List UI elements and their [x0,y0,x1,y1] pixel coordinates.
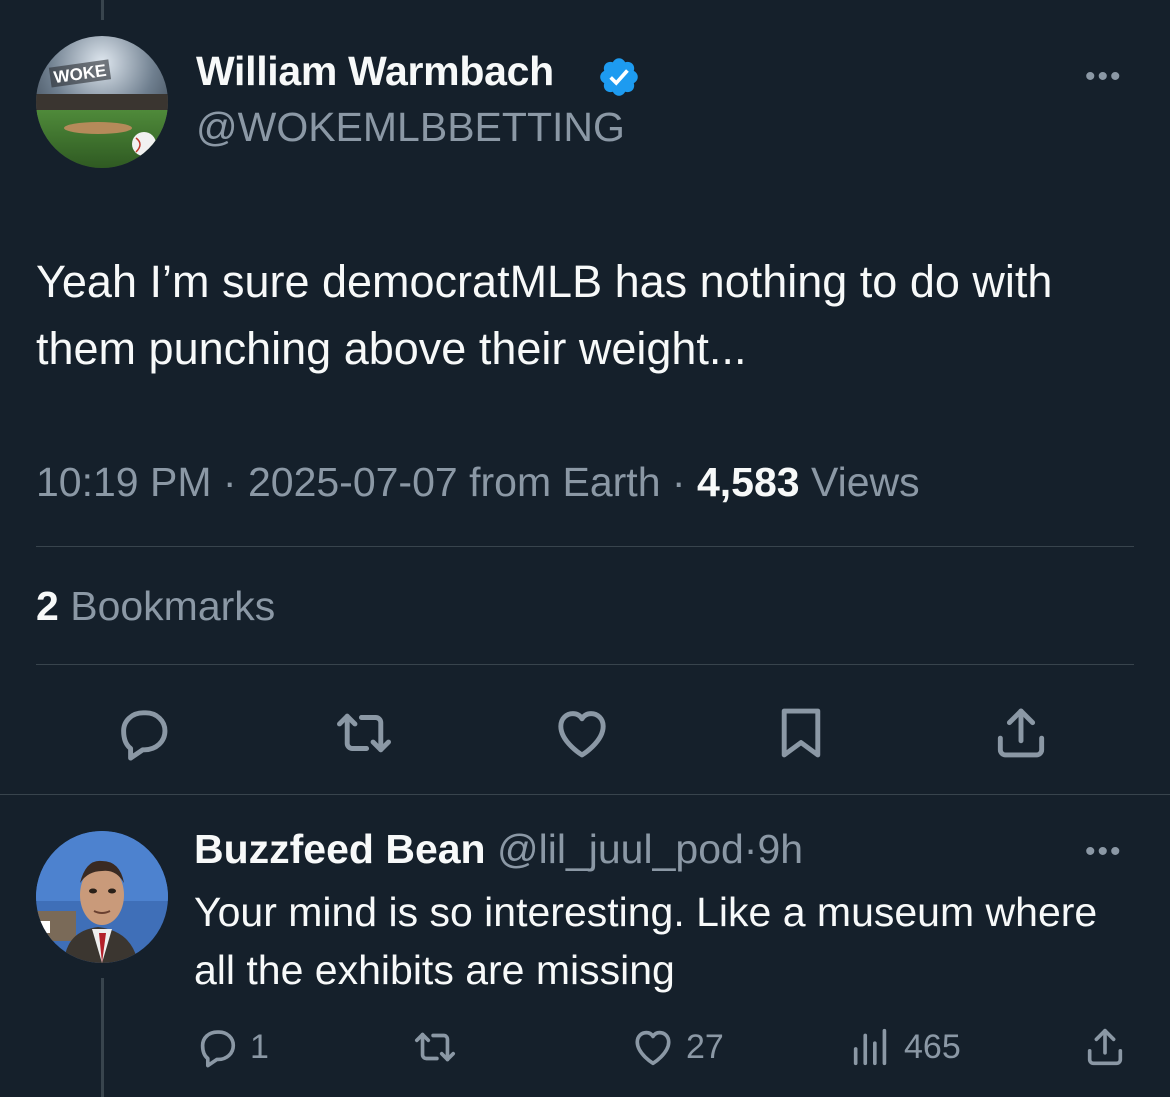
meta-separator: · [222,459,237,505]
reply-views-count: 465 [904,1027,961,1066]
views-count: 4,583 [696,459,800,505]
reply-text: Your mind is so interesting. Like a muse… [194,889,1098,993]
reply-author-name[interactable]: Buzzfeed Bean [194,826,486,872]
bookmarks-stat[interactable]: 2 Bookmarks [36,583,275,630]
bookmarks-count: 2 [36,583,59,629]
bookmark-icon[interactable] [770,702,832,764]
reply-reply-button[interactable]: 1 [194,1024,269,1070]
divider-thread [0,794,1170,795]
tweet-source: from Earth [469,459,661,505]
tweet-date[interactable]: 2025-07-07 [248,459,458,505]
verified-badge-icon [600,58,638,96]
reply-icon [200,1030,236,1068]
reply-views-button[interactable]: 465 [848,1024,961,1070]
like-icon[interactable] [551,702,613,764]
reply-share-button[interactable] [1082,1024,1128,1070]
divider-meta [36,546,1134,547]
tweet-time[interactable]: 10:19 PM [36,459,212,505]
reply-author-avatar[interactable] [36,831,168,963]
reply-more-options-icon[interactable]: ••• [1085,835,1123,869]
reply-author-handle[interactable]: @lil_juul_pod [497,826,744,872]
reply-separator: · [743,826,758,872]
reply-time[interactable]: 9h [757,826,803,872]
tweet-text: Yeah I’m sure democratMLB has nothing to… [36,256,1053,374]
tweet-metadata: 10:19 PM · 2025-07-07 from Earth · 4,583… [36,459,920,506]
like-icon [635,1030,671,1066]
main-author-avatar[interactable]: WOKE [36,36,168,168]
bookmarks-label: Bookmarks [70,583,276,629]
more-options-icon[interactable]: ••• [1085,60,1123,94]
main-author-handle[interactable]: @WOKEMLBBETTING [196,104,625,151]
reply-like-button[interactable]: 27 [630,1024,724,1070]
meta-separator-2: · [671,459,686,505]
reply-reply-count: 1 [250,1027,269,1066]
thread-line-top [101,0,104,20]
retweet-icon[interactable] [333,702,395,764]
retweet-icon [414,1032,456,1062]
reply-header: Buzzfeed Bean @lil_juul_pod·9h [194,826,803,873]
main-author-name[interactable]: William Warmbach [196,48,554,95]
reply-retweet-button[interactable] [412,1024,458,1070]
reply-like-count: 27 [686,1027,724,1066]
views-label: Views [810,459,920,505]
share-icon[interactable] [990,702,1052,764]
views-icon [853,1028,887,1066]
share-icon [1087,1028,1123,1066]
divider-stats [36,664,1134,665]
thread-line-bottom [101,978,104,1097]
reply-icon[interactable] [112,702,174,764]
